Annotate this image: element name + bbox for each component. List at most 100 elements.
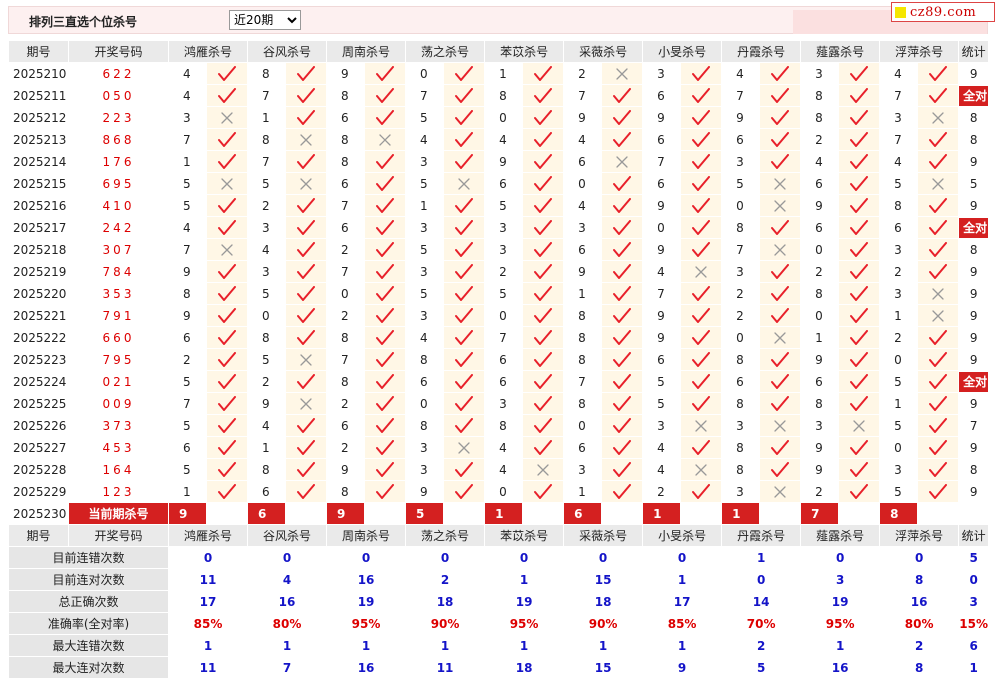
stats-value: 2 xyxy=(721,634,802,657)
draw-number-cell: 307 xyxy=(68,238,169,261)
result-mark-cell xyxy=(601,260,644,283)
check-icon xyxy=(376,439,395,455)
check-icon xyxy=(929,219,948,235)
check-icon xyxy=(455,219,474,235)
table-row: 2025219 784 9 3 7 3 2 9 4 3 2 2 9 xyxy=(8,260,990,283)
stats-value: 1 xyxy=(167,634,249,657)
check-icon xyxy=(771,373,790,389)
result-mark-cell xyxy=(364,326,407,349)
check-icon xyxy=(455,131,474,147)
check-icon xyxy=(297,65,316,81)
current-kill-number: 1 xyxy=(642,502,682,525)
result-mark-cell xyxy=(680,194,723,217)
check-icon xyxy=(376,461,395,477)
stats-value: 16 xyxy=(800,656,881,679)
check-icon xyxy=(771,461,790,477)
result-mark-cell xyxy=(838,260,881,283)
kill-number-cell: 3 xyxy=(563,216,603,239)
kill-number-cell: 9 xyxy=(405,480,445,503)
table-row: 2025228 164 5 8 9 3 4 3 4 8 9 3 8 xyxy=(8,458,990,481)
kill-number-cell: 3 xyxy=(800,414,840,437)
kill-number-cell: 6 xyxy=(800,172,840,195)
check-icon xyxy=(218,219,236,235)
table-row: 2025229 123 1 6 8 9 0 1 2 3 2 5 9 xyxy=(8,480,990,503)
result-mark-cell xyxy=(364,84,407,107)
result-mark-cell xyxy=(285,260,328,283)
stat-cell: 9 xyxy=(958,480,990,503)
result-mark-cell xyxy=(522,150,565,173)
draw-number-cell: 868 xyxy=(68,128,169,151)
stat-cell: 8 xyxy=(958,458,990,481)
stats-value: 95% xyxy=(326,612,407,635)
check-icon xyxy=(297,285,316,301)
check-icon xyxy=(534,197,553,213)
check-icon xyxy=(850,483,869,499)
kill-number-cell: 5 xyxy=(879,414,919,437)
kill-number-cell: 6 xyxy=(326,106,366,129)
result-mark-cell xyxy=(522,106,565,129)
result-mark-cell xyxy=(838,62,881,85)
kill-number-cell: 2 xyxy=(247,194,287,217)
kill-number-cell: 8 xyxy=(563,348,603,371)
table-row: 2025221 791 9 0 2 3 0 8 9 2 0 1 9 xyxy=(8,304,990,327)
check-icon xyxy=(218,439,236,455)
check-icon xyxy=(613,439,632,455)
result-mark-cell xyxy=(364,282,407,305)
check-icon xyxy=(455,351,474,367)
table-row: 2025215 695 5 5 6 5 6 0 6 5 6 5 5 xyxy=(8,172,990,195)
check-icon xyxy=(218,153,236,169)
result-mark-cell xyxy=(443,370,486,393)
check-icon xyxy=(534,483,553,499)
result-mark-cell xyxy=(364,150,407,173)
stats-value: 8 xyxy=(879,568,960,591)
result-mark-cell xyxy=(838,128,881,151)
kill-number-cell: 0 xyxy=(405,392,445,415)
kill-number-cell: 8 xyxy=(484,84,524,107)
cross-icon xyxy=(300,354,312,366)
result-mark-cell xyxy=(759,370,802,393)
table-row: 2025214 176 1 7 8 3 9 6 7 3 4 4 9 xyxy=(8,150,990,173)
result-mark-cell xyxy=(838,436,881,459)
stats-value: 14 xyxy=(721,590,802,613)
table-row: 2025217 242 4 3 6 3 3 3 0 8 6 6 全对 xyxy=(8,216,990,239)
kill-number-cell: 3 xyxy=(800,62,840,85)
column-header: 浮萍杀号 xyxy=(879,524,960,547)
period-cell: 2025219 xyxy=(8,260,69,283)
table-row: 2025213 868 7 8 8 4 4 4 6 6 2 7 8 xyxy=(8,128,990,151)
stats-value: 1 xyxy=(721,546,802,569)
stats-value: 1 xyxy=(247,634,328,657)
range-select[interactable]: 近20期 xyxy=(229,10,301,30)
check-icon xyxy=(455,87,474,103)
site-logo[interactable]: cz89.com xyxy=(891,2,995,22)
check-icon xyxy=(297,241,316,257)
column-header: 小旻杀号 xyxy=(642,524,723,547)
current-blank-cell xyxy=(285,502,328,525)
kill-number-cell: 3 xyxy=(721,414,761,437)
stats-value: 1 xyxy=(484,634,565,657)
kill-number-cell: 3 xyxy=(879,106,919,129)
kill-number-cell: 8 xyxy=(326,128,366,151)
kill-number-cell: 8 xyxy=(326,370,366,393)
result-mark-cell xyxy=(443,128,486,151)
check-icon xyxy=(771,87,790,103)
kill-number-cell: 0 xyxy=(879,348,919,371)
check-icon xyxy=(613,307,632,323)
stats-label: 最大连错次数 xyxy=(8,634,169,657)
stats-value: 9 xyxy=(642,656,723,679)
kill-number-cell: 9 xyxy=(800,458,840,481)
stats-value: 11 xyxy=(167,568,249,591)
result-mark-cell xyxy=(285,282,328,305)
kill-number-cell: 6 xyxy=(563,436,603,459)
table-row: 2025210 622 4 8 9 0 1 2 3 4 3 4 9 xyxy=(8,62,990,85)
kill-number-cell: 6 xyxy=(168,326,207,349)
result-mark-cell xyxy=(917,260,960,283)
current-blank-cell xyxy=(759,502,802,525)
check-icon xyxy=(376,219,395,235)
kill-number-cell: 4 xyxy=(247,238,287,261)
check-icon xyxy=(218,87,236,103)
stats-value: 3 xyxy=(958,590,990,613)
check-icon xyxy=(534,285,553,301)
check-icon xyxy=(297,87,316,103)
result-mark-cell xyxy=(601,458,644,481)
current-stat-cell xyxy=(958,502,990,525)
